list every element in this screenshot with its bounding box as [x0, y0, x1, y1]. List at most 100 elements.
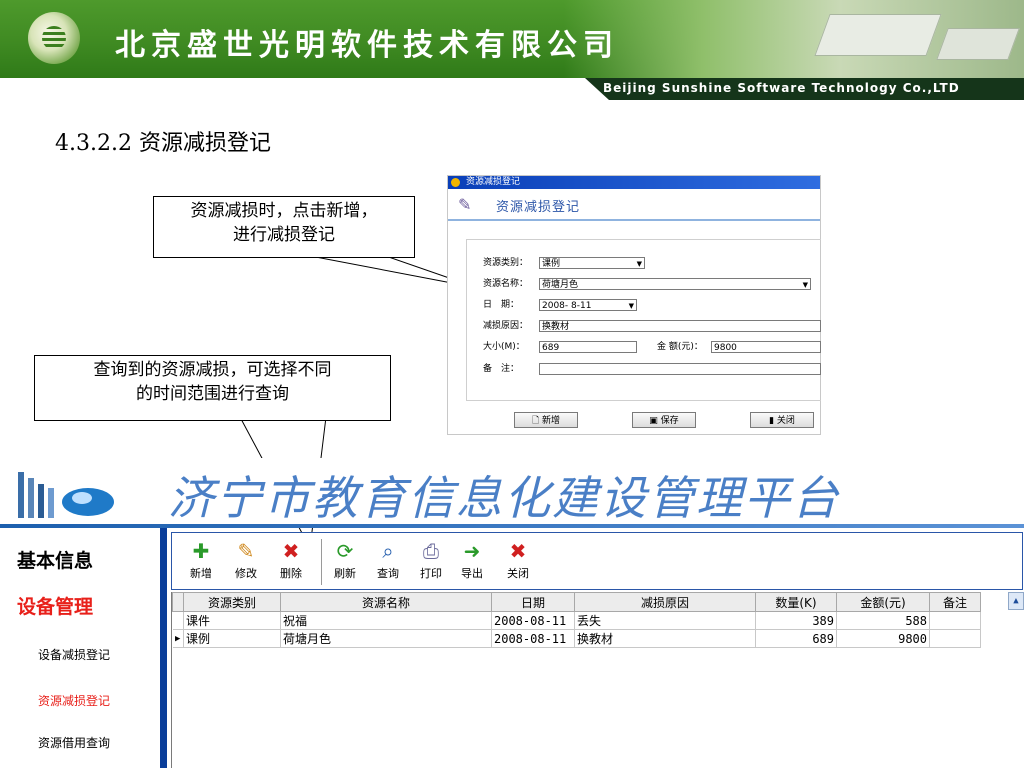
row-indicator [172, 611, 184, 630]
delete-icon: ✖ [282, 539, 300, 563]
column-header[interactable]: 备注 [929, 592, 981, 612]
section-heading: 4.3.2.2 资源减损登记 [55, 131, 271, 156]
name-label: 资源名称： [483, 279, 529, 289]
search-icon: ⌕ [382, 539, 394, 563]
amount-input[interactable]: 9800 [711, 341, 821, 353]
dialog-header-title: 资源减损登记 [496, 200, 581, 215]
remark-label: 备 注： [483, 364, 520, 374]
column-header[interactable]: 资源名称 [280, 592, 492, 612]
name-select[interactable]: 荷塘月色 [539, 278, 811, 291]
toolbar-print-button[interactable]: ⎙ 打印 [412, 535, 450, 589]
remark-input[interactable] [539, 363, 821, 375]
cell-quantity[interactable]: 389 [755, 611, 837, 630]
cell-category[interactable]: 课件 [183, 611, 281, 630]
data-table: 资源类别 资源名称 日期 减损原因 数量(K) 金额(元) 备注 课件 祝福 2… [172, 592, 981, 648]
exit-icon: ▮ [769, 416, 777, 426]
column-header[interactable]: 资源类别 [183, 592, 281, 612]
column-header[interactable]: 金额(元) [836, 592, 930, 612]
toolbar-refresh-button[interactable]: ⟳ 刷新 [326, 535, 364, 589]
cell-quantity[interactable]: 689 [755, 629, 837, 648]
nav-section-basic-info[interactable]: 基本信息 [17, 546, 93, 573]
callout-line: 查询到的资源减损，可选择不同 [93, 360, 332, 380]
reason-input[interactable]: 换教材 [539, 320, 821, 332]
category-label: 资源类别： [483, 258, 529, 268]
nav-item-resource-loss[interactable]: 资源减损登记 [38, 692, 110, 709]
cell-reason[interactable]: 换教材 [574, 629, 756, 648]
export-icon: ➜ [463, 539, 481, 563]
cell-amount[interactable]: 588 [836, 611, 930, 630]
callout-line: 的时间范围进行查询 [136, 384, 289, 404]
date-picker[interactable]: 2008- 8-11 [539, 299, 637, 312]
toolbar-search-button[interactable]: ⌕ 查询 [369, 535, 407, 589]
callout-new-entry: 资源减损时，点击新增， 进行减损登记 [153, 196, 415, 258]
table-header-row: 资源类别 资源名称 日期 减损原因 数量(K) 金额(元) 备注 [172, 592, 981, 612]
toolbar-delete-button[interactable]: ✖ 删除 [272, 535, 310, 589]
toolbar-label: 新增 [190, 567, 212, 580]
save-icon: ▣ [649, 416, 661, 426]
current-row-indicator-icon: ▶ [172, 629, 184, 648]
cell-amount[interactable]: 9800 [836, 629, 930, 648]
platform-logo-icon [18, 472, 114, 518]
cell-date[interactable]: 2008-08-11 [491, 629, 575, 648]
toolbar-close-button[interactable]: ✖ 关闭 [499, 535, 537, 589]
pen-icon: ✎ [458, 195, 472, 214]
row-indicator-header [172, 592, 184, 612]
column-header[interactable]: 减损原因 [574, 592, 756, 612]
platform-banner: 济宁市教育信息化建设管理平台 [0, 458, 1024, 528]
add-icon: ✚ [192, 539, 210, 563]
reason-label: 减损原因： [483, 321, 529, 331]
toolbar-label: 导出 [461, 567, 483, 580]
callout-line: 进行减损登记 [233, 225, 335, 245]
dialog-header: ✎ 资源减损登记 [448, 189, 820, 221]
cell-category[interactable]: 课例 [183, 629, 281, 648]
dialog-titlebar: 资源减损登记 [448, 176, 820, 189]
resource-loss-grid: 资源类别 资源名称 日期 减损原因 数量(K) 金额(元) 备注 课件 祝福 2… [171, 592, 1024, 768]
toolbar-label: 刷新 [334, 567, 356, 580]
category-select[interactable]: 课例 [539, 257, 645, 270]
callout-query-range: 查询到的资源减损，可选择不同 的时间范围进行查询 [34, 355, 391, 421]
building-graphic [936, 28, 1020, 60]
company-logo-icon [28, 12, 80, 64]
nav-separator [160, 528, 167, 768]
date-label: 日 期： [483, 300, 520, 310]
building-graphic [814, 14, 942, 56]
dialog-new-label: 新增 [542, 416, 561, 426]
cell-reason[interactable]: 丢失 [574, 611, 756, 630]
nav-item-resource-borrow[interactable]: 资源借用查询 [38, 734, 110, 751]
toolbar-label: 删除 [280, 567, 302, 580]
company-name-cn: 北京盛世光明软件技术有限公司 [115, 28, 619, 63]
left-navigation: 基本信息 设备管理 设备减损登记 资源减损登记 资源借用查询 [0, 528, 160, 768]
cell-remark[interactable] [929, 629, 981, 648]
table-row[interactable]: 课件 祝福 2008-08-11 丢失 389 588 [172, 611, 981, 630]
cell-name[interactable]: 荷塘月色 [280, 629, 492, 648]
loss-registration-dialog: 资源减损登记 ✎ 资源减损登记 资源类别： 课例 资源名称： 荷塘月色 日 期：… [447, 175, 821, 435]
nav-section-equipment[interactable]: 设备管理 [17, 592, 93, 619]
dialog-close-button[interactable]: ▮ 关闭 [750, 412, 814, 428]
dialog-form: 资源类别： 课例 资源名称： 荷塘月色 日 期： 2008- 8-11 减损原因… [466, 239, 821, 401]
cell-date[interactable]: 2008-08-11 [491, 611, 575, 630]
print-icon: ⎙ [423, 539, 439, 563]
column-header[interactable]: 日期 [491, 592, 575, 612]
toolbar-export-button[interactable]: ➜ 导出 [453, 535, 491, 589]
cell-name[interactable]: 祝福 [280, 611, 492, 630]
table-row[interactable]: ▶ 课例 荷塘月色 2008-08-11 换教材 689 9800 [172, 629, 981, 648]
dialog-save-label: 保存 [660, 416, 679, 426]
toolbar-edit-button[interactable]: ✎ 修改 [227, 535, 265, 589]
toolbar-add-button[interactable]: ✚ 新增 [182, 535, 220, 589]
column-header[interactable]: 数量(K) [755, 592, 837, 612]
toolbar-label: 打印 [420, 567, 442, 580]
callout-line: 资源减损时，点击新增， [190, 201, 378, 221]
size-input[interactable]: 689 [539, 341, 637, 353]
platform-title: 济宁市教育信息化建设管理平台 [168, 471, 840, 525]
dialog-new-button[interactable]: 🗋 新增 [514, 412, 578, 428]
refresh-icon: ⟳ [336, 539, 354, 563]
nav-item-equipment-loss[interactable]: 设备减损登记 [38, 646, 110, 663]
cell-remark[interactable] [929, 611, 981, 630]
dialog-save-button[interactable]: ▣ 保存 [632, 412, 696, 428]
dialog-window-title: 资源减损登记 [466, 177, 521, 187]
toolbar-label: 修改 [235, 567, 257, 580]
app-icon [451, 178, 460, 187]
toolbar-label: 关闭 [507, 567, 529, 580]
amount-label: 金 额(元)： [657, 342, 703, 352]
scroll-up-button[interactable]: ▲ [1008, 592, 1024, 610]
